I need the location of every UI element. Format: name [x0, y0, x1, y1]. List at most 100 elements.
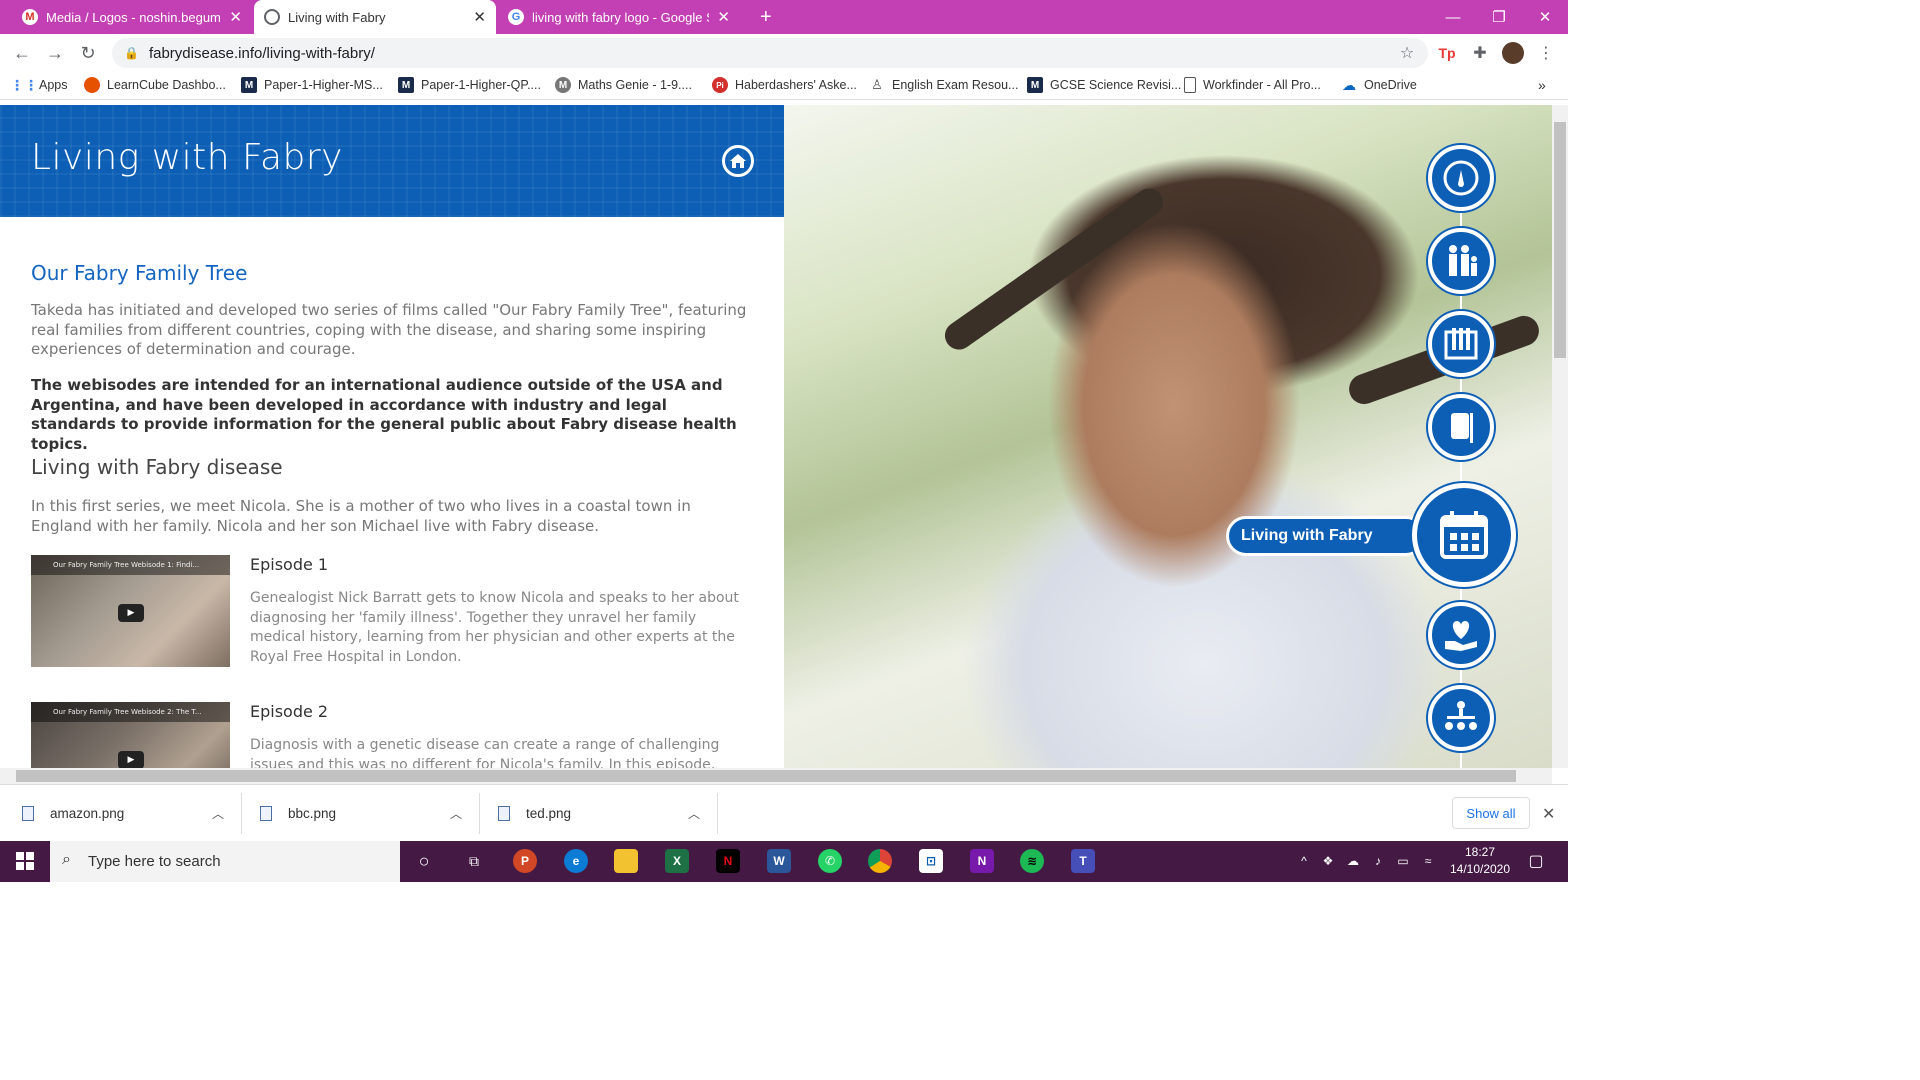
forward-button[interactable]: → [42, 40, 68, 66]
volume-icon[interactable]: ♪ [1366, 849, 1390, 873]
bookmarks-bar: ⋮⋮ Apps LearnCube Dashbo... M Paper-1-Hi… [0, 72, 1568, 100]
notifications-icon[interactable]: ▢ [1524, 849, 1548, 873]
notice-paragraph: The webisodes are intended for an intern… [31, 376, 737, 453]
divider [479, 793, 480, 834]
extension-tp-icon[interactable]: Tp [1436, 42, 1458, 64]
battery-icon[interactable]: ▭ [1391, 849, 1415, 873]
download-item-bbc[interactable]: bbc.png ︿ [260, 785, 478, 842]
bookmark-onedrive[interactable]: ☁ OneDrive [1341, 77, 1417, 93]
teams-icon[interactable]: T [1071, 849, 1095, 873]
side-nav-infusion-icon[interactable] [1428, 394, 1494, 460]
address-bar[interactable]: 🔒 fabrydisease.info/living-with-fabry/ [112, 38, 1428, 68]
side-nav-family-icon[interactable] [1428, 228, 1494, 294]
word-icon[interactable]: W [767, 849, 791, 873]
side-nav-calendar-icon[interactable] [1412, 483, 1516, 587]
bookmark-paper-qp[interactable]: M Paper-1-Higher-QP.... [398, 77, 541, 93]
restore-button[interactable]: ❐ [1476, 0, 1522, 34]
episode-title: Episode 1 [250, 555, 329, 574]
side-nav-active-label[interactable]: Living with Fabry [1226, 516, 1426, 556]
close-tab-icon[interactable]: ✕ [717, 8, 730, 26]
close-window-button[interactable]: ✕ [1522, 0, 1568, 34]
chevron-up-icon[interactable]: ︿ [450, 805, 462, 822]
onedrive-icon: ☁ [1342, 76, 1356, 93]
reload-button[interactable]: ↻ [75, 40, 101, 66]
close-tab-icon[interactable]: ✕ [229, 8, 242, 26]
episode-1-video-thumbnail[interactable]: Our Fabry Family Tree Webisode 1: Findi.… [31, 555, 230, 667]
english-icon: ♙ [871, 77, 883, 92]
file-icon [22, 806, 34, 821]
chrome-icon[interactable] [868, 849, 892, 873]
close-downloads-icon[interactable]: ✕ [1542, 785, 1555, 842]
download-item-amazon[interactable]: amazon.png ︿ [22, 785, 240, 842]
google-icon: G [508, 9, 524, 25]
side-nav-test-tubes-icon[interactable] [1428, 311, 1494, 377]
edge-icon[interactable]: e [564, 849, 588, 873]
bookmark-english[interactable]: ♙ English Exam Resou... [869, 77, 1018, 93]
m-icon: M [1027, 77, 1043, 93]
task-view-icon[interactable]: ⧉ [462, 849, 486, 873]
side-nav-gauge-icon[interactable] [1428, 145, 1494, 211]
url-text: fabrydisease.info/living-with-fabry/ [148, 44, 375, 62]
dropbox-icon[interactable]: ❖ [1316, 849, 1340, 873]
hero-photo: Living with Fabry [784, 105, 1552, 768]
extensions-puzzle-icon[interactable]: ✚ [1469, 42, 1491, 64]
episode-description: Genealogist Nick Barratt gets to know Ni… [250, 590, 739, 666]
bookmark-apps[interactable]: ⋮⋮ Apps [10, 77, 68, 93]
download-item-ted[interactable]: ted.png ︿ [498, 785, 716, 842]
vertical-scroll-thumb[interactable] [1554, 122, 1566, 358]
windows-start-icon[interactable] [13, 849, 37, 873]
show-all-button[interactable]: Show all [1452, 797, 1530, 829]
mathsgenie-icon: M [555, 77, 571, 93]
wifi-icon[interactable]: ≈ [1416, 849, 1440, 873]
play-icon[interactable]: ▶ [118, 604, 144, 622]
photo-branch [939, 182, 1169, 356]
home-icon[interactable] [722, 145, 754, 177]
episode-title: Episode 2 [250, 702, 329, 721]
whatsapp-icon[interactable]: ✆ [818, 849, 842, 873]
chevron-up-icon[interactable]: ^ [1292, 849, 1316, 873]
side-nav-family-tree-icon[interactable] [1428, 685, 1494, 751]
bookmark-haberdashers[interactable]: Pi Haberdashers' Aske... [712, 77, 857, 93]
gmail-icon: M [22, 9, 38, 25]
play-icon[interactable]: ▶ [118, 751, 144, 768]
section-title-living-with-fabry: Living with Fabry disease [31, 455, 283, 479]
more-bookmarks-chevron-icon[interactable]: » [1538, 77, 1546, 93]
excel-icon[interactable]: X [665, 849, 689, 873]
bookmark-workfinder[interactable]: Workfinder - All Pro... [1184, 77, 1321, 93]
bookmark-learncube[interactable]: LearnCube Dashbo... [84, 77, 226, 93]
file-icon [498, 806, 510, 821]
onedrive-tray-icon[interactable]: ☁ [1341, 849, 1365, 873]
tab-google-search[interactable]: G living with fabry logo - Google S ✕ [498, 0, 740, 34]
tab-living-with-fabry[interactable]: Living with Fabry ✕ [254, 0, 496, 34]
profile-avatar[interactable] [1502, 42, 1524, 64]
page-icon [1184, 77, 1196, 93]
chevron-up-icon[interactable]: ︿ [212, 805, 224, 822]
close-tab-icon[interactable]: ✕ [473, 8, 486, 26]
bookmark-star-icon[interactable]: ☆ [1396, 42, 1418, 64]
divider [241, 793, 242, 834]
taskbar-search[interactable]: ⌕ Type here to search [50, 841, 400, 882]
cortana-icon[interactable]: ○ [412, 849, 436, 873]
netflix-icon[interactable]: N [716, 849, 740, 873]
bookmark-gcse-science[interactable]: M GCSE Science Revisi... [1027, 77, 1181, 93]
thumb-caption: Our Fabry Family Tree Webisode 1: Findi.… [31, 555, 230, 575]
minimize-button[interactable]: — [1430, 0, 1476, 34]
section-title-family-tree: Our Fabry Family Tree [31, 261, 248, 285]
file-explorer-icon[interactable] [614, 849, 638, 873]
new-tab-button[interactable]: + [750, 0, 780, 34]
chevron-up-icon[interactable]: ︿ [688, 805, 700, 822]
menu-kebab-icon[interactable]: ⋮ [1535, 42, 1557, 64]
bookmark-paper-ms[interactable]: M Paper-1-Higher-MS... [241, 77, 383, 93]
bookmark-maths-genie[interactable]: M Maths Genie - 1-9.... [555, 77, 692, 93]
spotify-icon[interactable]: ≋ [1020, 849, 1044, 873]
onenote-icon[interactable]: N [970, 849, 994, 873]
side-nav-heart-hand-icon[interactable] [1428, 602, 1494, 668]
system-clock[interactable]: 18:27 14/10/2020 [1442, 844, 1518, 878]
horizontal-scroll-thumb[interactable] [16, 770, 1516, 782]
back-button[interactable]: ← [9, 40, 35, 66]
episode-2-video-thumbnail[interactable]: Our Fabry Family Tree Webisode 2: The T.… [31, 702, 230, 768]
lock-icon: 🔒 [124, 46, 139, 60]
tab-media-logos[interactable]: M Media / Logos - noshin.begum.n ✕ [12, 0, 252, 34]
powerpoint-icon[interactable]: P [513, 849, 537, 873]
app-icon[interactable]: ⊡ [919, 849, 943, 873]
